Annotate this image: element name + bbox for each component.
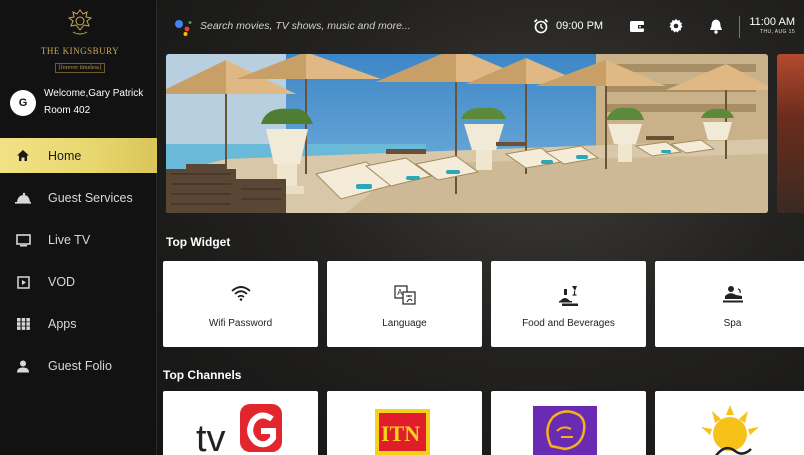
gear-icon[interactable]	[668, 18, 684, 34]
channel-sun[interactable]	[655, 391, 804, 455]
sidebar-item-label: Guest Folio	[48, 359, 112, 373]
wallet-icon[interactable]	[629, 19, 645, 33]
itn-logo: ITN	[375, 409, 430, 455]
sidebar-item-label: VOD	[48, 275, 76, 289]
hotel-logo: THE KINGSBURY [forever timeless]	[30, 8, 130, 78]
alarm-time[interactable]: 09:00 PM	[556, 20, 603, 32]
play-icon	[15, 274, 31, 290]
sun-logo	[701, 405, 759, 455]
sidebar-item-label: Home	[48, 148, 82, 163]
main-content: Search movies, TV shows, music and more.…	[157, 0, 804, 455]
hero-banner[interactable]	[166, 54, 768, 213]
divider	[739, 16, 740, 38]
translate-icon: A	[327, 285, 482, 307]
sidebar-item-vod[interactable]: VOD	[0, 261, 157, 303]
widget-food-and-beverages[interactable]: Food and Beverages	[491, 261, 646, 347]
clock-date: THU, AUG 15	[760, 29, 795, 35]
search-input[interactable]: Search movies, TV shows, music and more.…	[200, 20, 411, 32]
sidebar-nav: Home Guest Services Live TV VOD Apps Gue…	[0, 138, 157, 387]
lion-logo	[533, 406, 597, 455]
person-icon	[15, 358, 31, 374]
top-widget-title: Top Widget	[166, 235, 231, 249]
channel-tv-derana[interactable]: tv	[163, 391, 318, 455]
apps-grid-icon	[15, 316, 31, 332]
channel-lion[interactable]	[491, 391, 646, 455]
home-icon	[15, 148, 31, 164]
sidebar-item-label: Guest Services	[48, 191, 133, 205]
clock: 11:00 AM THU, AUG 15	[747, 16, 795, 35]
widget-spa[interactable]: Spa	[655, 261, 804, 347]
avatar[interactable]: G	[10, 90, 36, 116]
next-banner-peek[interactable]	[777, 54, 804, 213]
top-channels-title: Top Channels	[163, 368, 242, 382]
room-service-icon	[15, 190, 31, 206]
tv-derana-logo: tv	[196, 404, 282, 455]
poolside-banner-image	[166, 54, 768, 213]
alarm-clock-icon[interactable]	[533, 18, 549, 34]
widget-label: Wifi Password	[208, 318, 273, 329]
svg-text:A: A	[397, 288, 403, 297]
channel-logo-text: ITN	[381, 421, 420, 446]
widget-language[interactable]: A Language	[327, 261, 482, 347]
app-root: THE KINGSBURY [forever timeless] G Welco…	[0, 0, 804, 455]
google-assistant-icon[interactable]	[173, 17, 193, 37]
sidebar-item-guest-folio[interactable]: Guest Folio	[0, 345, 157, 387]
user-info: G Welcome,Gary Patrick Room 402	[10, 88, 155, 122]
welcome-text: Welcome,Gary Patrick	[44, 88, 144, 99]
top-bar: Search movies, TV shows, music and more.…	[157, 0, 804, 52]
widgets-row: Wifi Password A Language Food and Bevera…	[163, 261, 804, 347]
hotel-tagline: [forever timeless]	[54, 63, 106, 73]
sidebar-item-label: Apps	[48, 317, 77, 331]
wifi-icon	[163, 285, 318, 307]
sidebar-item-live-tv[interactable]: Live TV	[0, 219, 157, 261]
widget-wifi-password[interactable]: Wifi Password	[163, 261, 318, 347]
sidebar: THE KINGSBURY [forever timeless] G Welco…	[0, 0, 157, 455]
channels-row: tv ITN	[163, 391, 804, 455]
channel-logo-text: tv	[196, 418, 226, 455]
crest-icon	[67, 9, 93, 35]
channel-itn[interactable]: ITN	[327, 391, 482, 455]
sidebar-item-label: Live TV	[48, 233, 91, 247]
widget-label: Spa	[723, 318, 742, 329]
sidebar-item-home[interactable]: Home	[0, 138, 157, 173]
sidebar-item-apps[interactable]: Apps	[0, 303, 157, 345]
bell-icon[interactable]	[709, 18, 723, 34]
food-beverage-icon	[491, 285, 646, 307]
widget-label: Food and Beverages	[522, 318, 615, 329]
widget-label: Language	[382, 318, 427, 329]
clock-time: 11:00 AM	[749, 16, 795, 28]
room-number: Room 402	[44, 105, 91, 116]
hotel-name: THE KINGSBURY	[40, 46, 120, 56]
tv-icon	[15, 232, 31, 248]
spa-icon	[655, 285, 804, 307]
sidebar-item-guest-services[interactable]: Guest Services	[0, 177, 157, 219]
